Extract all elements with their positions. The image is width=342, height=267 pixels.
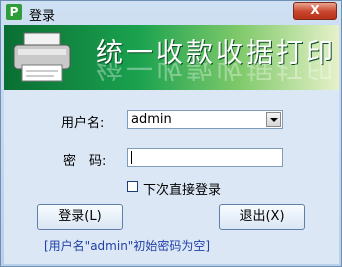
initial-password-hint: [用户名"admin"初始密码为空] <box>44 239 211 253</box>
window-title: 登录 <box>29 9 56 24</box>
password-label: 密 码: <box>63 154 107 169</box>
printer-icon <box>13 32 71 82</box>
text-caret <box>131 151 132 164</box>
app-icon: P <box>6 4 22 20</box>
banner: 统一收款收据打印 统一收款收据打印 <box>4 25 339 90</box>
password-field[interactable] <box>127 148 283 167</box>
auto-login-label[interactable]: 下次直接登录 <box>143 179 221 198</box>
chevron-down-icon[interactable] <box>266 112 281 127</box>
username-combobox[interactable]: admin <box>127 110 283 129</box>
auto-login-checkbox[interactable] <box>127 181 138 192</box>
exit-button[interactable]: 退出(X) <box>219 204 305 230</box>
login-window: P 登录 X 统一收款收据打印 统一收款收据打印 用户名: admin 密 码:… <box>0 0 342 267</box>
login-form: 用户名: admin 密 码: 下次直接登录 登录(L) 退出(X) [用户名"… <box>4 90 339 264</box>
banner-title-reflection: 统一收款收据打印 <box>96 63 336 82</box>
username-value: admin <box>131 112 172 127</box>
close-button[interactable]: X <box>293 2 337 20</box>
username-label: 用户名: <box>61 116 105 131</box>
login-button[interactable]: 登录(L) <box>37 204 123 230</box>
title-bar[interactable]: P 登录 X <box>1 1 341 25</box>
